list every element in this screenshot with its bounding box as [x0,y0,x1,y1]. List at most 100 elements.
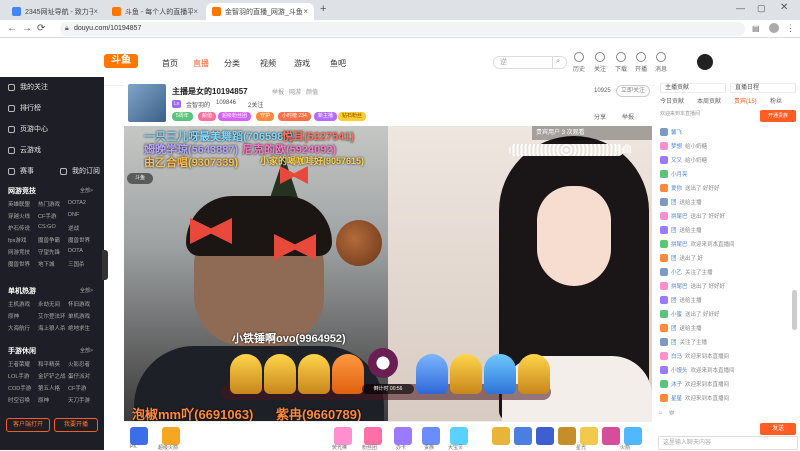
chat-username[interactable]: 团 [671,254,677,262]
chat-username[interactable]: 小乙 [671,268,682,276]
chat-username[interactable]: 团 [671,324,677,332]
send-button[interactable]: 发送 [760,423,796,435]
category-link[interactable]: 魔兽世界 [8,260,38,268]
tab-vip[interactable]: 贵宾(15) [734,96,757,105]
sidebar-item-webgame[interactable]: 页游中心 [8,124,48,134]
nav-video[interactable]: 视频 [260,58,276,69]
category-link[interactable]: 原神 [8,312,38,320]
nav-home[interactable]: 首页 [162,58,178,69]
gift-icon[interactable] [558,427,576,445]
menu-icon[interactable]: ⋮ [786,23,795,34]
pk-chip[interactable] [518,354,550,394]
glowstick-gift-icon[interactable] [334,427,352,445]
reload-icon[interactable]: ⟳ [37,23,45,34]
category-link[interactable]: 原神 [38,396,68,404]
gift-icon[interactable]: 🎁︎ [669,410,675,416]
category-link[interactable]: DOTA2 [68,200,98,208]
gift-icon[interactable] [580,427,598,445]
message-button[interactable]: 消息 [652,52,670,73]
pk-chip[interactable] [484,354,516,394]
category-link[interactable]: 天刀手游 [68,396,98,404]
chat-username[interactable]: 白马 [671,352,682,360]
pk-chip[interactable] [450,354,482,394]
chat-username[interactable]: 团 [671,226,677,234]
nav-fishbar[interactable]: 鱼吧 [330,58,346,69]
report-button[interactable]: 举报 [622,112,634,121]
chat-username[interactable]: 拼尾巴 [671,282,688,290]
close-tab-icon[interactable]: × [93,7,98,16]
noble-gift-icon[interactable] [422,427,440,445]
close-tab-icon[interactable]: × [303,7,308,16]
history-button[interactable]: 历史 [570,52,588,73]
category-link[interactable]: 金铲铲之战 [38,372,68,380]
open-client-button[interactable]: 客户端打开 [6,418,50,432]
category-link[interactable]: 主机游戏 [8,300,38,308]
section-more-link[interactable]: 全部> [80,347,93,354]
gift-icon[interactable] [514,427,532,445]
category-link[interactable]: 炉石传说 [8,224,38,232]
category-link[interactable]: 时空召唤 [8,396,38,404]
gift-icon[interactable] [492,427,510,445]
browser-tab-1[interactable]: 2345网址导航 - 致力于打造百年 × [6,3,104,20]
category-link[interactable]: 逆战 [68,224,98,232]
chat-username[interactable]: 小蜜 [671,310,682,318]
sidebar-item-esports[interactable]: 赛事 [8,166,34,176]
minimize-icon[interactable]: — [736,3,745,13]
maximize-icon[interactable]: ▢ [757,3,766,14]
room-tag[interactable]: 网游 [289,87,301,96]
section-more-link[interactable]: 全部> [80,187,93,194]
category-link[interactable]: 绝地求生 [68,324,98,332]
new-tab-icon[interactable]: + [320,3,326,15]
sidebar-collapse-handle[interactable] [102,250,108,280]
pk-chip[interactable] [298,354,330,394]
profile-avatar[interactable] [769,23,779,33]
category-link[interactable]: DNF [68,212,98,220]
follow-button[interactable]: 关注 [591,52,609,73]
chat-username[interactable]: 星星 [671,394,682,402]
chat-username[interactable]: 小月亮 [671,170,688,178]
chat-username[interactable]: 梦想 [671,142,682,150]
pk-chip[interactable] [332,354,364,394]
emoji-icon[interactable]: ☺ [658,410,663,416]
chat-username[interactable]: 团 [671,338,677,346]
contribution-tab[interactable]: 主播贡献 [660,83,726,93]
url-input[interactable]: 🔒︎ douyu.com/10194857 [60,22,745,36]
card-gift-icon[interactable] [394,427,412,445]
sidebar-item-cloudgame[interactable]: 云游戏 [8,145,41,155]
section-more-link[interactable]: 全部> [80,287,93,294]
chat-username[interactable]: 沐子 [671,380,682,388]
chat-username[interactable]: 拼尾巴 [671,240,688,248]
category-link[interactable]: DOTA [68,248,98,256]
tab-fans[interactable]: 粉丝 [770,96,782,105]
chat-username[interactable]: 团 [671,296,677,304]
chat-username[interactable]: 爱你 [671,184,682,192]
category-link[interactable]: COD手游 [8,384,38,392]
category-link[interactable]: CS:GO [38,224,68,232]
category-link[interactable]: 海上狼人杀 [38,324,68,332]
search-input[interactable]: 逆 [493,56,553,69]
category-link[interactable]: 艾尔登法环 [38,312,68,320]
schedule-tab[interactable]: 直播日程 [730,83,796,93]
chat-username[interactable]: 团 [671,198,677,206]
chat-username[interactable]: 馨飞 [671,128,682,136]
category-link[interactable]: LOL手游 [8,372,38,380]
category-link[interactable]: CF手游 [38,212,68,220]
close-window-icon[interactable]: ✕ [780,2,788,13]
fanclub-gift-icon[interactable] [364,427,382,445]
pk-gift-icon[interactable] [130,427,148,445]
category-link[interactable]: 火影忍者 [68,360,98,368]
chat-username[interactable]: 拼尾巴 [671,212,688,220]
back-icon[interactable]: ← [7,23,17,34]
open-noble-button[interactable]: 开通贵族 [760,110,796,122]
close-tab-icon[interactable]: × [193,7,198,16]
forward-icon[interactable]: → [22,23,32,34]
sidebar-item-subscribe[interactable]: 我的订阅 [60,166,100,176]
share-button[interactable]: 分享 [594,112,606,121]
gift-icon[interactable] [536,427,554,445]
baby-gift-icon[interactable] [450,427,468,445]
category-link[interactable]: 怀旧游戏 [68,300,98,308]
download-button[interactable]: 下载 [612,52,630,73]
category-link[interactable]: fps游戏 [8,236,38,244]
extensions-icon[interactable]: ▤ [752,24,760,33]
category-link[interactable]: 热门游戏 [38,200,68,208]
